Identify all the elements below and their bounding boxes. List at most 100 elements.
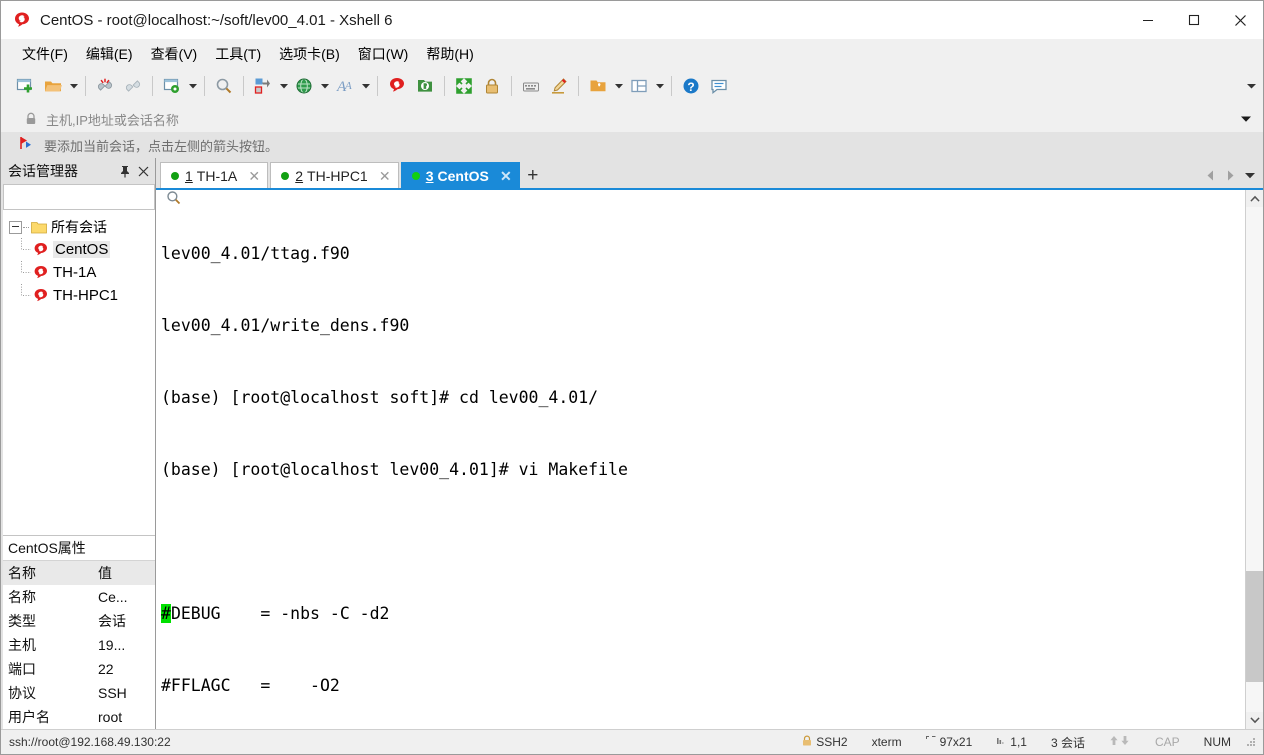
scroll-down-icon[interactable] (1246, 712, 1263, 729)
layout-icon[interactable] (625, 72, 653, 100)
tab-number: 3 (425, 167, 434, 184)
menu-tools[interactable]: 工具(T) (206, 40, 270, 68)
sidebar-item-label: TH-1A (53, 264, 97, 281)
tree-node-all-sessions[interactable]: 所有会话 (3, 216, 155, 238)
session-properties-dropdown-caret[interactable] (186, 72, 199, 100)
highlight-icon[interactable] (545, 72, 573, 100)
num-lock: NUM (1192, 735, 1243, 749)
terminal-type: xterm (860, 735, 914, 749)
sidebar-item-thhpc1[interactable]: TH-HPC1 (3, 284, 155, 307)
fullscreen-icon[interactable] (450, 72, 478, 100)
font-icon[interactable]: A A (331, 72, 359, 100)
close-icon[interactable] (135, 163, 151, 179)
tab-th1a[interactable]: 1 TH-1A ✕ (160, 162, 269, 188)
terminal-line: lev00_4.01/write_dens.f90 (161, 316, 410, 335)
menu-bar: 文件(F) 编辑(E) 查看(V) 工具(T) 选项卡(B) 窗口(W) 帮助(… (1, 39, 1263, 69)
session-properties-icon[interactable] (158, 72, 186, 100)
terminal-output[interactable]: lev00_4.01/ttag.f90 lev00_4.01/write_den… (156, 190, 1245, 729)
session-count-label: 3 会话 (1050, 735, 1085, 750)
toolbar-separator (204, 76, 205, 96)
reconnect-icon[interactable] (119, 72, 147, 100)
feedback-icon[interactable] (705, 72, 733, 100)
open-folder-icon[interactable] (39, 72, 67, 100)
tab-close-icon[interactable]: ✕ (247, 169, 261, 183)
resize-grip[interactable] (1245, 736, 1257, 748)
property-value: 22 (98, 661, 114, 677)
menu-help[interactable]: 帮助(H) (417, 40, 482, 68)
toolbar-separator (377, 76, 378, 96)
menu-view[interactable]: 查看(V) (142, 40, 207, 68)
sidebar-item-th1a[interactable]: TH-1A (3, 261, 155, 284)
xshell-icon[interactable] (383, 72, 411, 100)
scrollbar-track[interactable] (1246, 207, 1263, 712)
body-area: 会话管理器 所有会话 CentOS TH-1A TH-HPC1 CentOS属性… (1, 158, 1263, 729)
toolbar-separator (578, 76, 579, 96)
pin-icon[interactable] (117, 163, 133, 179)
minimize-button[interactable] (1125, 1, 1171, 39)
lock-icon (802, 735, 812, 750)
session-icon (32, 288, 50, 304)
tab-status-dot (171, 171, 179, 180)
search-input[interactable] (4, 186, 166, 208)
file-transfer-icon[interactable] (249, 72, 277, 100)
maximize-button[interactable] (1171, 1, 1217, 39)
new-tab-button[interactable]: + (521, 162, 544, 188)
add-to-folder-dropdown-caret[interactable] (612, 72, 625, 100)
font-dropdown-caret[interactable] (359, 72, 372, 100)
tab-label: CentOS (437, 167, 489, 184)
address-bar[interactable]: 主机,IP地址或会话名称 (19, 106, 1257, 132)
file-transfer-dropdown-caret[interactable] (277, 72, 290, 100)
keyboard-icon[interactable] (517, 72, 545, 100)
find-icon[interactable] (210, 72, 238, 100)
scrollbar-thumb[interactable] (1246, 570, 1263, 682)
session-search[interactable] (3, 184, 181, 210)
chevron-left-icon[interactable] (1201, 165, 1219, 185)
sidebar-item-centos[interactable]: CentOS (3, 238, 155, 261)
menu-window[interactable]: 窗口(W) (349, 40, 418, 68)
terminal-line: #FFLAGC = -O2 (161, 676, 340, 695)
address-input-placeholder[interactable]: 主机,IP地址或会话名称 (46, 110, 179, 129)
address-dropdown-icon[interactable] (1241, 116, 1251, 123)
xftp-icon[interactable] (411, 72, 439, 100)
toolbar-separator (671, 76, 672, 96)
close-button[interactable] (1217, 1, 1263, 39)
globe-dropdown-caret[interactable] (318, 72, 331, 100)
disconnect-icon[interactable] (91, 72, 119, 100)
lock-icon[interactable] (478, 72, 506, 100)
tab-number: 2 (295, 167, 304, 184)
open-folder-dropdown-caret[interactable] (67, 72, 80, 100)
tree-collapse-toggle[interactable] (9, 220, 22, 234)
toolbar-separator (444, 76, 445, 96)
chevron-right-icon[interactable] (1221, 165, 1239, 185)
status-indicators: SSH2 xterm 97x21 1,1 3 会话 CAP NUM (790, 734, 1263, 751)
session-icon (32, 265, 50, 281)
search-icon[interactable] (166, 187, 181, 207)
scroll-up-icon[interactable] (1246, 190, 1263, 207)
window-controls (1125, 1, 1263, 39)
add-to-folder-icon[interactable] (584, 72, 612, 100)
tab-close-icon[interactable]: ✕ (499, 169, 513, 183)
tab-close-icon[interactable]: ✕ (378, 169, 392, 183)
chevron-down-icon[interactable] (1241, 165, 1259, 185)
xshell-logo-icon (13, 11, 31, 29)
layout-dropdown-caret[interactable] (653, 72, 666, 100)
globe-icon[interactable] (290, 72, 318, 100)
menu-file[interactable]: 文件(F) (13, 40, 77, 68)
window-title: CentOS - root@localhost:~/soft/lev00_4.0… (40, 11, 393, 29)
menu-tabs[interactable]: 选项卡(B) (270, 40, 349, 68)
terminal-scrollbar[interactable] (1245, 190, 1263, 729)
help-icon[interactable]: ? (677, 72, 705, 100)
tab-thhpc1[interactable]: 2 TH-HPC1 ✕ (270, 162, 399, 188)
menu-edit[interactable]: 编辑(E) (77, 40, 142, 68)
toolbar-separator (511, 76, 512, 96)
terminal-size-label: 97x21 (939, 735, 973, 749)
toolbar-separator (85, 76, 86, 96)
transfer-indicator (1097, 735, 1143, 749)
tab-centos[interactable]: 3 CentOS ✕ (400, 162, 520, 188)
svg-text:?: ? (687, 80, 694, 94)
toolbar-overflow-icon[interactable] (1245, 80, 1257, 92)
terminal-cursor: # (161, 604, 171, 623)
new-session-icon[interactable] (11, 72, 39, 100)
connection-status: ssh://root@192.168.49.130:22 (9, 735, 171, 749)
xshell-window: CentOS - root@localhost:~/soft/lev00_4.0… (0, 0, 1264, 755)
